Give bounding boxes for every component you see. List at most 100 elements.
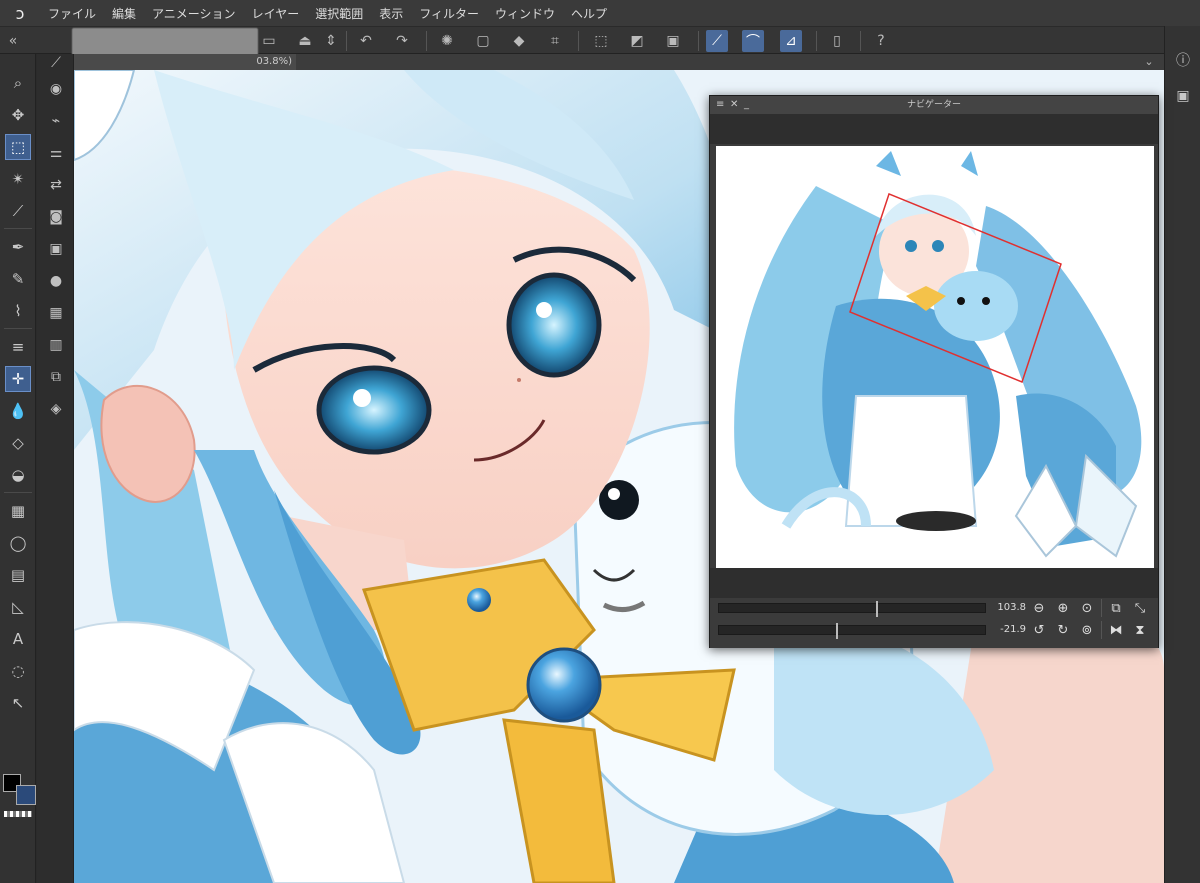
rotation-slider-knob[interactable] [836,623,839,639]
sub-color-swatch[interactable] [16,785,36,805]
panel-icon[interactable]: ▣ [1171,84,1195,108]
gradient-icon[interactable]: ▦ [5,498,31,524]
hatching-icon[interactable]: ≡ [5,334,31,360]
menu-icon[interactable]: ≡ [716,99,724,111]
navigator-footer [710,568,1158,598]
tool-divider [4,228,32,229]
layer-property-icon[interactable]: ⧉ [43,364,69,390]
snap-ruler-icon[interactable]: ⟋ [706,30,728,52]
fill-icon[interactable]: ◆ [508,30,530,52]
blend-icon[interactable]: 💧 [5,398,31,424]
fill-bucket-icon[interactable]: ◒ [5,462,31,488]
tool-divider [4,328,32,329]
pen-icon[interactable]: ✒ [5,234,31,260]
tool-divider [4,492,32,493]
text-icon[interactable]: A [5,626,31,652]
zoom-slider[interactable] [718,601,986,617]
menu-edit[interactable]: 編集 [104,5,144,22]
sliders-icon[interactable]: ⚌ [43,140,69,166]
transparent-color-swatch[interactable] [4,811,32,817]
control-divider [1101,621,1102,639]
menu-help[interactable]: ヘルプ [563,5,615,22]
menu-window[interactable]: ウィンドウ [487,5,563,22]
material-icon[interactable]: ▣ [43,236,69,262]
app-logo-icon[interactable]: ↄ [0,0,40,26]
correct-line-icon[interactable]: ↖ [5,690,31,716]
selection-border-icon[interactable]: ▣ [662,30,684,52]
balloon-icon[interactable]: ◌ [5,658,31,684]
zoom-slider-knob[interactable] [875,601,878,617]
invert-selection-icon[interactable]: ◩ [626,30,648,52]
flip-vertical-icon[interactable]: ⧗ [1131,621,1149,639]
zoom-out-icon[interactable]: ⊖ [1030,599,1048,617]
rotate-right-icon[interactable]: ↻ [1054,621,1072,639]
toolbar-divider [698,31,699,51]
save-icon[interactable]: ⏏ [294,30,316,52]
deselect-icon[interactable]: ⬚ [590,30,612,52]
menu-animation[interactable]: アニメーション [144,5,244,22]
folder-open-icon[interactable]: ▭ [258,30,280,52]
redo-icon[interactable]: ↷ [391,30,413,52]
color-set-icon[interactable]: ▦ [43,300,69,326]
clear-icon[interactable]: ▢ [472,30,494,52]
transform-icon[interactable]: ⌗ [544,30,566,52]
move-tool-icon[interactable]: ✥ [5,102,31,128]
fit-view-icon[interactable]: ⊙ [1078,599,1096,617]
smartphone-icon[interactable]: ▯ [826,30,848,52]
canvas-tab[interactable]: 03.8%) [74,54,296,70]
brush-small-icon[interactable]: ⟋ [43,50,69,76]
brush-size-icon[interactable]: ⌁ [43,108,69,134]
auto-select-icon[interactable]: ✴ [5,166,31,192]
navigator-panel: ナビゲーター ≡ ✕ _ 103.8 ⊖ ⊕ ⊙ ⧉ ⤡ -21.9 ↺ ↻ ⊚… [709,95,1159,648]
selection-tool-icon[interactable]: ⬚ [5,134,31,160]
minimize-icon[interactable]: _ [744,99,749,111]
frame-icon[interactable]: ▤ [5,562,31,588]
zoom-tool-icon[interactable]: ⌕ [5,70,31,96]
eraser-icon[interactable]: ◇ [5,430,31,456]
rotation-value: -21.9 [1000,624,1026,635]
toolbar-divider [426,31,427,51]
chevron-down-icon[interactable]: ⌄ [1142,55,1156,69]
navigator-header [710,114,1158,144]
pencil-icon[interactable]: ✎ [5,266,31,292]
zoom-in-icon[interactable]: ⊕ [1054,599,1072,617]
menu-layer[interactable]: レイヤー [244,5,308,22]
filmstrip-icon[interactable]: ▥ [43,332,69,358]
rotate-left-icon[interactable]: ↺ [1030,621,1048,639]
menu-view[interactable]: 表示 [371,5,411,22]
snap-grid-icon[interactable]: ⊿ [780,30,802,52]
help-icon[interactable]: ? [870,30,892,52]
info-icon[interactable]: ⓘ [1171,48,1195,72]
decoration-icon[interactable]: ✛ [5,366,31,392]
tool-property-icon[interactable]: ◉ [43,76,69,102]
camera-icon[interactable]: ◙ [43,204,69,230]
toolbar-divider [860,31,861,51]
sub-palette-bar: ⟋ ◉ ⌁ ⚌ ⇄ ◙ ▣ ● ▦ ▥ ⧉ ◈ [37,54,74,883]
tool-palette: ⌕ ✥ ⬚ ✴ ⟋ ✒ ✎ ⌇ ≡ ✛ 💧 ◇ ◒ ▦ ◯ ▤ ◺ A ◌ ↖ [0,54,36,883]
fit-window-icon[interactable]: ⤡ [1131,599,1149,617]
actual-size-icon[interactable]: ⧉ [1107,599,1125,617]
eyedropper-icon[interactable]: ⟋ [5,198,31,224]
collapse-left-icon[interactable]: « [2,30,24,52]
navigator-preview[interactable] [716,146,1154,568]
menu-selection[interactable]: 選択範囲 [307,5,371,22]
layers-icon[interactable]: ◈ [43,396,69,422]
flip-horizontal-icon[interactable]: ⧓ [1107,621,1125,639]
menu-file[interactable]: ファイル [40,5,104,22]
close-icon[interactable]: ✕ [730,99,738,111]
right-dock: ⓘ ▣ [1164,26,1200,883]
snap-special-ruler-icon[interactable]: ⌒ [742,30,764,52]
loading-icon[interactable]: ✺ [436,30,458,52]
reset-rotation-icon[interactable]: ⊚ [1078,621,1096,639]
brush-icon[interactable]: ⌇ [5,298,31,324]
swap-icon[interactable]: ⇄ [43,172,69,198]
color-mix-icon[interactable]: ● [43,268,69,294]
navigator-titlebar[interactable]: ナビゲーター [710,96,1158,114]
rotation-slider[interactable] [718,623,986,639]
ruler-icon[interactable]: ◺ [5,594,31,620]
figure-icon[interactable]: ◯ [5,530,31,556]
undo-icon[interactable]: ↶ [355,30,377,52]
clip-studio-window: ↄ ファイル 編集 アニメーション レイヤー 選択範囲 表示 フィルター ウィン… [0,0,1200,883]
updown-icon[interactable]: ⇕ [320,30,342,52]
menu-filter[interactable]: フィルター [411,5,487,22]
